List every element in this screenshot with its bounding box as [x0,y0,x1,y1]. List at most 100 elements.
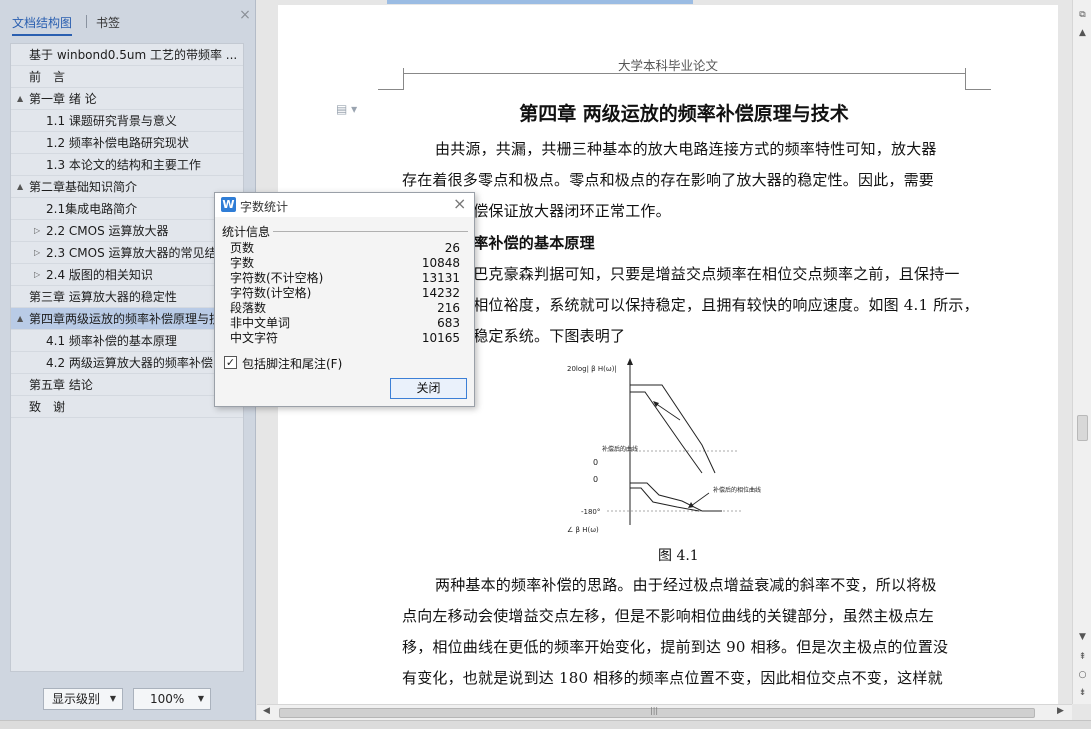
tree-item[interactable]: 1.1 课题研究背景与意义 [11,110,243,132]
body-line: 点稳定系统。下图表明了 [458,327,626,345]
word-count-dialog: W 字数统计 × 统计信息 页数 26 字数 10848 字符数(不计空格) 13131 字… [214,192,475,407]
stat-label: 页数 [230,241,255,255]
tree-item[interactable]: 1.3 本论文的结构和主要工作 [11,154,243,176]
chapter-title: 第四章 两级运放的频率补偿原理与技术 [519,103,849,125]
tab-document-structure[interactable]: 文档结构图 [12,14,73,36]
tree-item-label: 2.3 CMOS 运算放大器的常见结 [46,246,217,260]
tree-item[interactable]: 致 谢 [11,396,243,418]
wps-logo-icon: W [221,197,236,212]
select-browse-object-icon[interactable]: ○ [1075,668,1090,682]
figure-compensated-gain-curve [630,391,703,474]
tree-item[interactable]: 第三章 运算放大器的稳定性 [11,286,243,308]
top-progress-strip [387,0,693,4]
body-line: 存在着很多零点和极点。零点和极点的存在影响了放大器的稳定性。因此，需要 [402,171,935,189]
tree-item-label: 1.1 课题研究背景与意义 [46,114,177,128]
tree-item[interactable]: 前 言 [11,66,243,88]
structure-tree: 基于 winbond0.5um 工艺的带频率 ... 前 言 ▲ 第一章 绪 论 1.1… [10,43,244,672]
close-button[interactable]: 关闭 [390,378,467,399]
body-line: 两种基本的频率补偿的思路。由于经过极点增益衰减的斜率不变，所以将极 [435,576,937,594]
page-header: 大学本科毕业论文 [617,58,718,73]
section-title: 频率补偿的基本原理 [458,234,595,252]
crop-mark [965,89,991,90]
zoom-value: 100% [150,692,185,706]
include-footnotes-label[interactable]: 包括脚注和尾注(F) [242,355,342,372]
horizontal-scroll-thumb[interactable]: ||| [279,706,1035,718]
include-footnotes-checkbox[interactable]: ✓ [224,356,237,369]
stat-label: 段落数 [230,301,267,315]
scroll-right-icon[interactable]: ▶ [1057,706,1064,716]
scroll-up-icon[interactable]: ▲ [1075,26,1090,40]
vertical-scroll-thumb[interactable] [1077,415,1088,441]
stat-value: 14232 [421,286,460,300]
figure-phase-curve-label: 补偿后的相位曲线 [713,486,761,494]
figure-zero-gain: 0 [593,458,598,467]
dialog-titlebar[interactable]: W 字数统计 × [215,193,474,217]
tree-item[interactable]: 4.1 频率补偿的基本原理 [11,330,243,352]
tree-item-label: 1.3 本论文的结构和主要工作 [46,158,201,172]
stat-value: 10848 [421,256,460,270]
status-bar [0,720,1091,729]
stat-row: 字数 10848 [230,256,460,271]
tree-item[interactable]: ▷ 2.2 CMOS 运算放大器 [11,220,243,242]
horizontal-scrollbar[interactable]: ◀ ||| ▶ [257,704,1072,720]
vertical-scrollbar[interactable]: ⧉ ▲ ▼ ⇞ ○ ⇟ [1072,0,1091,704]
tree-item[interactable]: ▲ 第二章基础知识简介 [11,176,243,198]
collapse-arrow-icon[interactable]: ▲ [17,308,23,329]
scroll-grip-icon: ||| [650,706,659,715]
body-line: 点向左移动会使增益交点左移，但是不影响相位曲线的关键部分，虽然主极点左 [402,607,935,625]
tree-item-label: 第二章基础知识简介 [29,180,138,194]
figure-curve-label: 补偿后的曲线 [602,445,638,453]
scroll-down-icon[interactable]: ▼ [1075,630,1090,644]
stat-row: 字符数(计空格) 14232 [230,286,460,301]
zoom-select[interactable]: 100% ▼ [133,688,211,710]
stat-label: 字符数(不计空格) [230,271,324,285]
crop-mark [378,89,404,90]
figure-zero-phase: 0 [593,475,598,484]
tree-item-label: 第四章两级运放的频率补偿原理与技 [29,312,222,326]
view-switch-icon[interactable]: ⧉ [1075,8,1090,22]
body-line: 的相位裕度，系统就可以保持稳定，且拥有较快的响应速度。如图 4.1 所示， [458,296,979,314]
tree-item[interactable]: 2.1集成电路简介 [11,198,243,220]
statistics-group-label: 统计信息 [222,225,271,239]
stat-value: 13131 [421,271,460,285]
tree-item-label: 2.4 版图的相关知识 [46,268,153,282]
tree-item[interactable]: 第五章 结论 [11,374,243,396]
figure-y-label: 20log| β H(ω)| [567,365,617,373]
figure-bode-plot: 20log| β H(ω)| 补偿后的曲线 0 0 补偿后的相位曲线 -180°… [567,358,761,534]
expand-arrow-icon[interactable]: ▷ [34,264,40,285]
tree-item[interactable]: 基于 winbond0.5um 工艺的带频率 ... [11,44,243,66]
chevron-down-icon: ▼ [109,694,116,703]
tab-bookmark[interactable]: 书签 [96,14,120,31]
tab-separator [86,15,87,28]
group-divider [273,231,468,232]
tree-item[interactable]: ▲ 第四章两级运放的频率补偿原理与技 [11,308,243,330]
next-page-icon[interactable]: ⇟ [1075,686,1090,700]
tree-item-label: 致 谢 [29,400,66,414]
tree-item[interactable]: 4.2 两级运算放大器的频率补偿 [11,352,243,374]
body-line: 补偿保证放大器闭环正常工作。 [458,202,671,220]
stat-value: 216 [437,301,460,315]
tree-item[interactable]: ▲ 第一章 绪 论 [11,88,243,110]
chevron-down-icon: ▼ [197,694,204,703]
close-icon[interactable]: × [453,195,466,213]
figure-gain-curve [630,384,716,474]
body-line: 由巴克豪森判据可知，只要是增益交点频率在相位交点频率之前，且保持一 [458,265,960,283]
dialog-title: 字数统计 [240,200,289,214]
display-level-select[interactable]: 显示级别 ▼ [43,688,123,710]
scroll-left-icon[interactable]: ◀ [263,706,270,716]
stat-row: 非中文单词 683 [230,316,460,331]
expand-arrow-icon[interactable]: ▷ [34,220,40,241]
stat-row: 中文字符 10165 [230,331,460,346]
tree-item[interactable]: 1.2 频率补偿电路研究现状 [11,132,243,154]
nav-close-icon[interactable]: × [238,8,252,22]
tree-item-label: 4.1 频率补偿的基本原理 [46,334,177,348]
tree-item[interactable]: ▷ 2.4 版图的相关知识 [11,264,243,286]
previous-page-icon[interactable]: ⇞ [1075,650,1090,664]
expand-arrow-icon[interactable]: ▷ [34,242,40,263]
display-level-label: 显示级别 [52,692,101,706]
collapse-arrow-icon[interactable]: ▲ [17,88,23,109]
tree-item[interactable]: ▷ 2.3 CMOS 运算放大器的常见结 [11,242,243,264]
stat-value: 683 [437,316,460,330]
collapse-arrow-icon[interactable]: ▲ [17,176,23,197]
tree-item-label: 2.1集成电路简介 [46,202,138,216]
